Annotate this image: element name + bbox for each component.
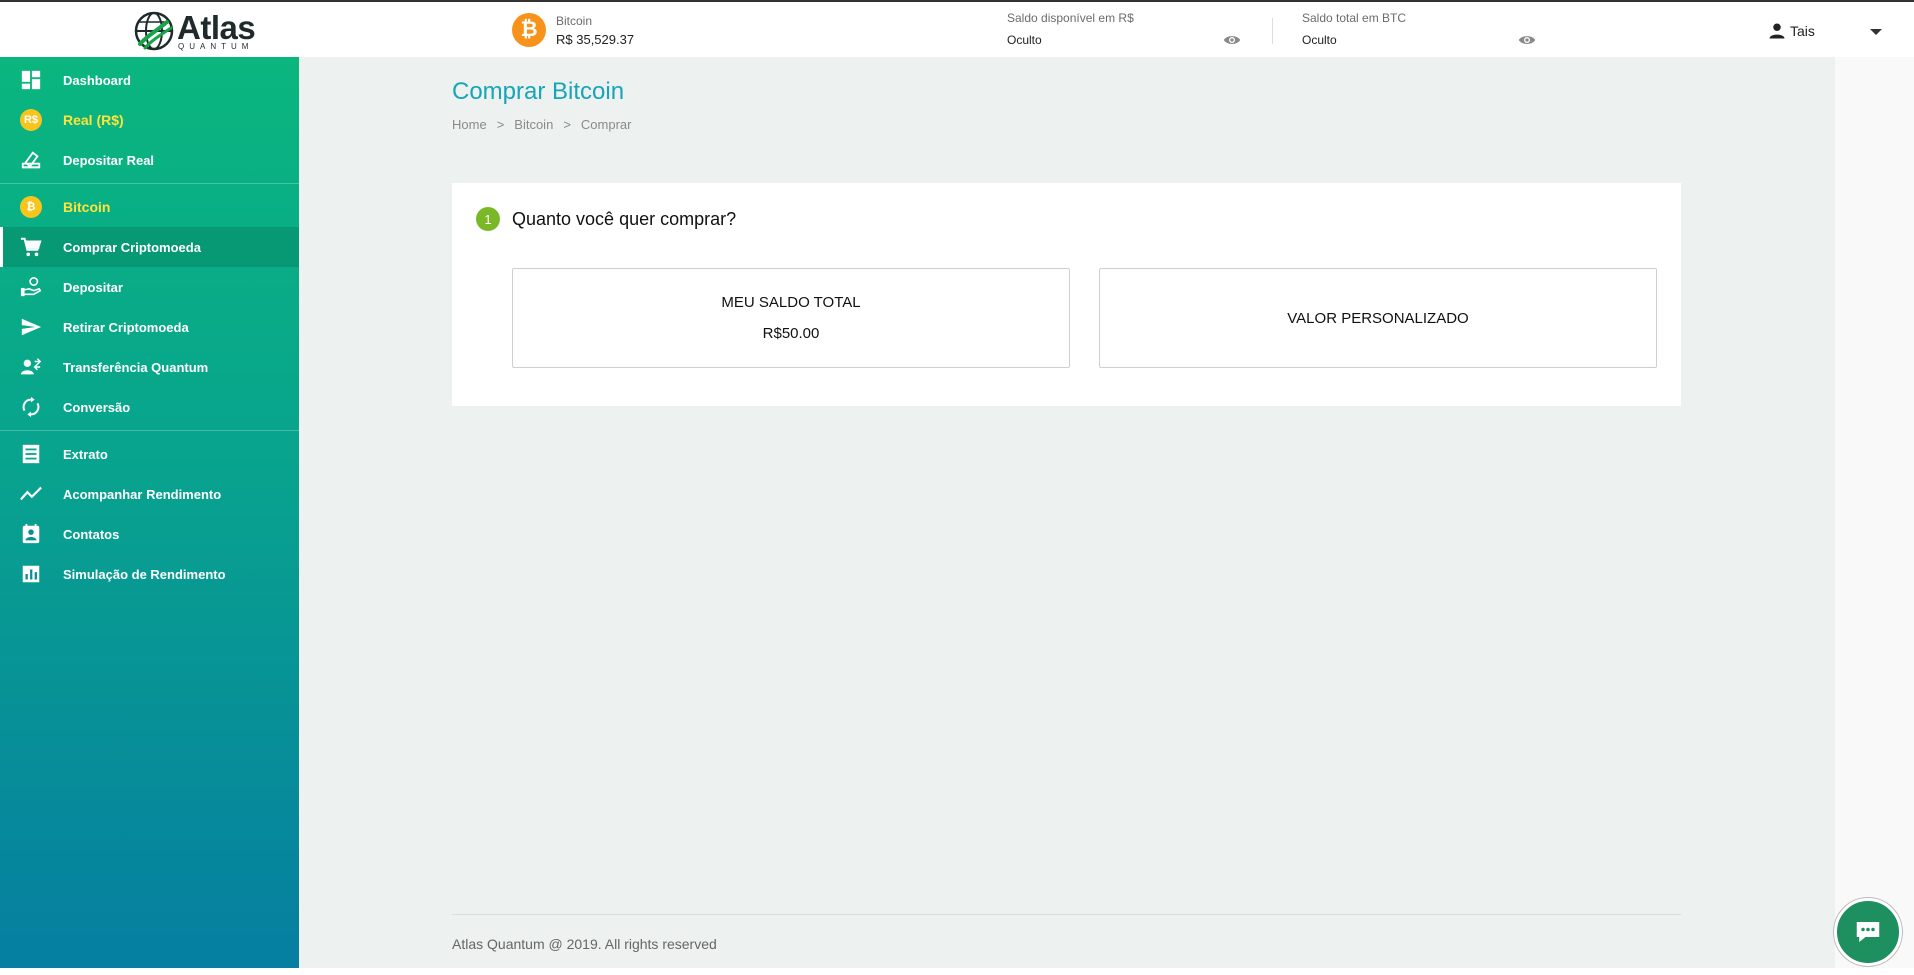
- ticker-label: Bitcoin: [556, 13, 593, 28]
- sidebar: Dashboard R$ Real (R$) Depositar Real ₿ …: [0, 57, 299, 968]
- sidebar-item-contatos[interactable]: Contatos: [0, 514, 299, 554]
- sidebar-item-simulacao-rendimento[interactable]: Simulação de Rendimento: [0, 554, 299, 594]
- nav-group-reports: Extrato Acompanhar Rendimento Contatos S…: [0, 431, 299, 597]
- sidebar-item-transferencia-quantum[interactable]: Transferência Quantum: [0, 347, 299, 387]
- option-value: R$50.00: [762, 325, 820, 342]
- sidebar-item-label: Conversão: [63, 399, 131, 415]
- option-custom-value-button[interactable]: VALOR PERSONALIZADO: [1099, 268, 1657, 368]
- balance-btc-value: Oculto: [1302, 33, 1337, 47]
- bitcoin-icon: ₿: [20, 196, 42, 218]
- balance-btc: Saldo total em BTC Oculto: [1302, 11, 1542, 51]
- sidebar-item-retirar-criptomoeda[interactable]: Retirar Criptomoeda: [0, 307, 299, 347]
- breadcrumb-bitcoin[interactable]: Bitcoin: [514, 117, 553, 132]
- option-total-balance-button[interactable]: MEU SALDO TOTAL R$50.00: [512, 268, 1070, 368]
- transfer-icon: [20, 356, 42, 378]
- sidebar-item-label: Simulação de Rendimento: [63, 566, 226, 582]
- sync-icon: [20, 396, 42, 418]
- footer-copyright: Atlas Quantum @ 2019. All rights reserve…: [452, 936, 717, 952]
- sidebar-item-comprar-criptomoeda[interactable]: Comprar Criptomoeda: [0, 227, 299, 267]
- sidebar-item-depositar-real[interactable]: Depositar Real: [0, 140, 299, 180]
- chat-button[interactable]: [1834, 898, 1902, 966]
- balance-brl-value: Oculto: [1007, 33, 1042, 47]
- balance-brl: Saldo disponível em R$ Oculto: [1007, 11, 1247, 51]
- breadcrumb-comprar: Comprar: [580, 117, 632, 132]
- footer-divider: [452, 914, 1681, 915]
- sidebar-item-label: Acompanhar Rendimento: [63, 486, 222, 502]
- user-icon: [1769, 23, 1785, 39]
- sidebar-item-real[interactable]: R$ Real (R$): [0, 100, 299, 140]
- top-header: Atlas QUANTUM ₿ Bitcoin R$ 35,529.37 Sal…: [0, 0, 1914, 57]
- sidebar-item-extrato[interactable]: Extrato: [0, 434, 299, 474]
- nav-group-real: Dashboard R$ Real (R$) Depositar Real: [0, 57, 299, 184]
- atlas-logo[interactable]: Atlas QUANTUM: [133, 9, 256, 52]
- statement-icon: [20, 443, 42, 465]
- cart-icon: [20, 236, 42, 258]
- bitcoin-price-ticker: ₿ Bitcoin R$ 35,529.37: [512, 13, 634, 47]
- sidebar-item-label: Depositar Real: [63, 152, 155, 168]
- eye-icon[interactable]: [1223, 33, 1241, 47]
- logo-wordmark: Atlas: [177, 9, 256, 46]
- user-name: Tais: [1790, 23, 1815, 39]
- option-title: VALOR PERSONALIZADO: [1287, 309, 1469, 327]
- header-divider: [1272, 18, 1273, 44]
- bar-chart-icon: [20, 563, 42, 585]
- breadcrumb-home[interactable]: Home: [452, 117, 487, 132]
- chevron-down-icon[interactable]: [1870, 29, 1882, 35]
- breadcrumb-separator: >: [563, 117, 571, 132]
- sidebar-item-label: Contatos: [63, 526, 120, 542]
- trend-icon: [20, 483, 42, 505]
- eye-icon[interactable]: [1518, 33, 1536, 47]
- ticker-price: R$ 35,529.37: [556, 31, 635, 47]
- send-icon: [20, 316, 42, 338]
- sidebar-item-label: Depositar: [63, 279, 123, 295]
- bottom-edge: [0, 968, 1914, 975]
- right-gutter: [1835, 57, 1914, 968]
- sidebar-item-label: Extrato: [63, 446, 108, 462]
- page-title: Comprar Bitcoin: [452, 78, 625, 105]
- logo-subtitle: QUANTUM: [178, 42, 254, 51]
- sidebar-item-bitcoin[interactable]: ₿ Bitcoin: [0, 187, 299, 227]
- breadcrumb-separator: >: [496, 117, 505, 132]
- contacts-icon: [20, 523, 42, 545]
- sidebar-item-label: Real (R$): [63, 112, 124, 128]
- sidebar-item-label: Dashboard: [63, 72, 131, 88]
- globe-logo-icon: [134, 11, 174, 51]
- dashboard-icon: [20, 69, 42, 91]
- deposit-icon: [20, 149, 42, 171]
- purchase-amount-card: 1 Quanto você quer comprar? MEU SALDO TO…: [452, 183, 1681, 406]
- bitcoin-icon: ₿: [512, 13, 546, 47]
- balance-brl-label: Saldo disponível em R$: [1007, 11, 1134, 25]
- user-menu[interactable]: Tais: [1768, 20, 1815, 42]
- breadcrumb: Home > Bitcoin > Comprar: [452, 117, 631, 132]
- sidebar-item-dashboard[interactable]: Dashboard: [0, 60, 299, 100]
- main-content: Comprar Bitcoin Home > Bitcoin > Comprar…: [299, 57, 1835, 968]
- sidebar-item-label: Transferência Quantum: [63, 359, 209, 375]
- sidebar-item-label: Retirar Criptomoeda: [63, 319, 189, 335]
- nav-group-bitcoin: ₿ Bitcoin Comprar Criptomoeda Depositar …: [0, 184, 299, 431]
- sidebar-item-label: Comprar Criptomoeda: [63, 239, 201, 255]
- option-title: MEU SALDO TOTAL: [721, 294, 861, 311]
- step-number-badge: 1: [476, 207, 500, 231]
- real-coin-icon: R$: [20, 109, 42, 131]
- sidebar-item-depositar[interactable]: Depositar: [0, 267, 299, 307]
- step-question: Quanto você quer comprar?: [512, 209, 737, 229]
- sidebar-item-label: Bitcoin: [63, 199, 111, 215]
- balance-btc-label: Saldo total em BTC: [1302, 11, 1407, 25]
- hand-coin-icon: [20, 276, 42, 298]
- chat-icon: [1856, 922, 1880, 942]
- sidebar-item-acompanhar-rendimento[interactable]: Acompanhar Rendimento: [0, 474, 299, 514]
- sidebar-item-conversao[interactable]: Conversão: [0, 387, 299, 427]
